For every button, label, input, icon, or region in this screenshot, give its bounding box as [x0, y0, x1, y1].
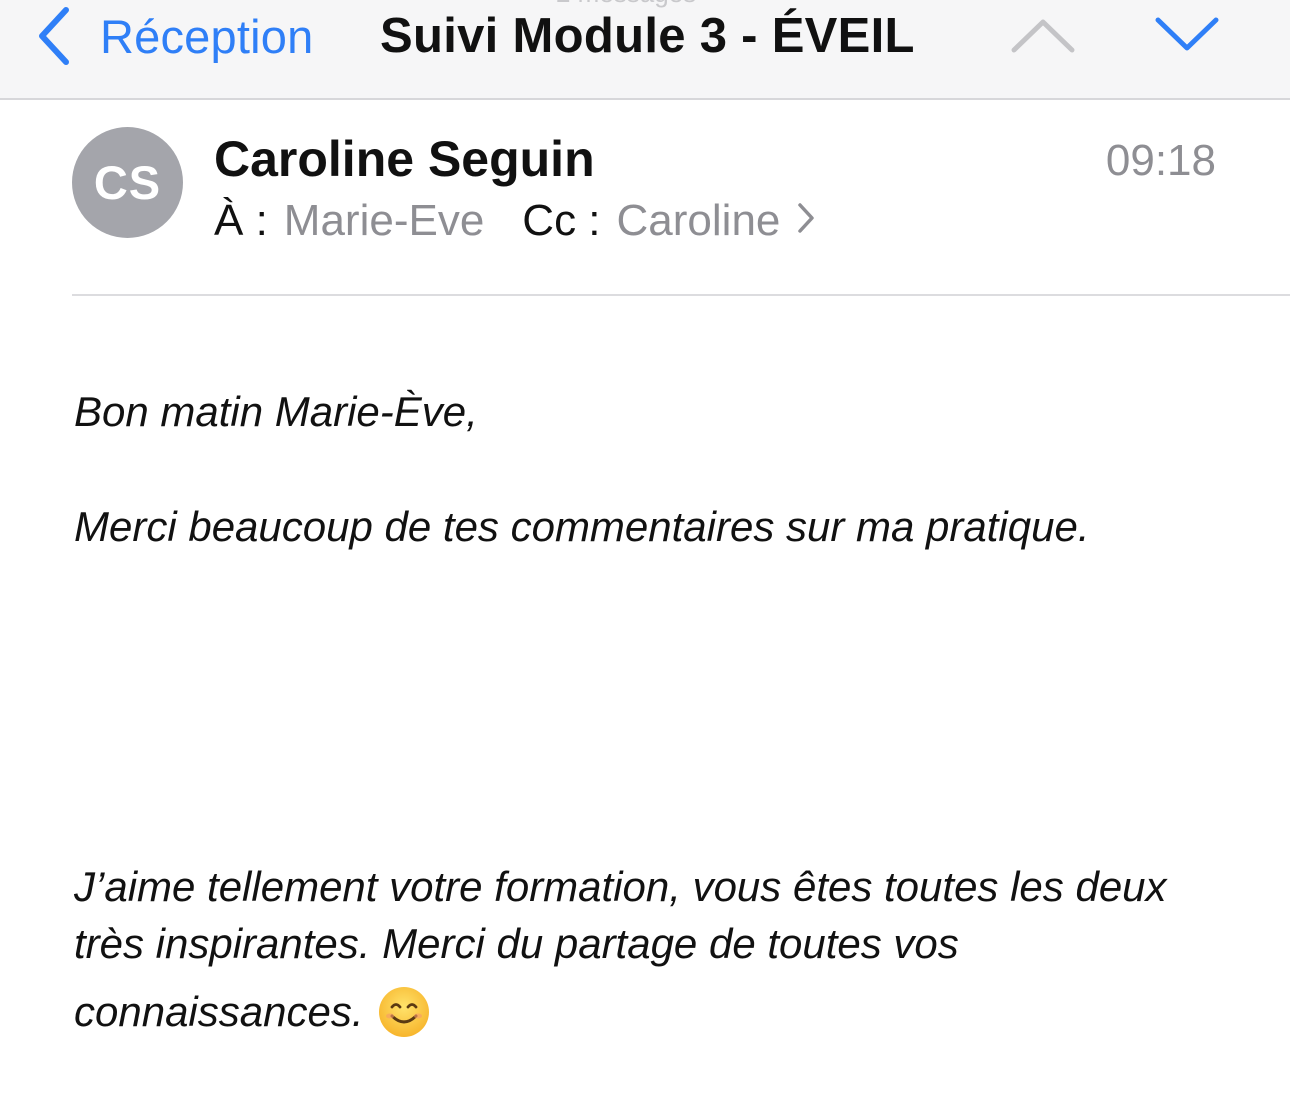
body-paragraph-line: connaissances.: [74, 988, 364, 1035]
body-thanks-line: Merci beaucoup de tes commentaires sur m…: [74, 503, 1090, 550]
cc-label: Cc :: [522, 196, 601, 245]
previous-message-button[interactable]: [1008, 12, 1078, 62]
sender-name[interactable]: Caroline Seguin: [214, 130, 595, 188]
chevron-right-icon[interactable]: [796, 196, 816, 246]
back-button-label: Réception: [100, 9, 314, 63]
back-to-inbox-button[interactable]: Réception: [36, 0, 313, 72]
navigation-bar: 2 messages Réception Suivi Module 3 - ÉV…: [0, 0, 1290, 100]
recipients-line[interactable]: À : Marie-Eve Cc : Caroline: [214, 196, 816, 246]
message-header: CS Caroline Seguin 09:18 À : Marie-Eve C…: [0, 100, 1290, 296]
chevron-up-icon: [1010, 16, 1076, 59]
next-message-button[interactable]: [1152, 12, 1222, 62]
chevron-left-icon: [36, 6, 70, 66]
avatar[interactable]: CS: [72, 127, 183, 238]
body-greeting: Bon matin Marie-Ève,: [74, 388, 478, 435]
to-label: À :: [214, 196, 268, 245]
smiling-face-icon: [378, 986, 430, 1038]
header-divider: [72, 294, 1290, 296]
body-paragraph-line: J’aime tellement votre formation, vous ê…: [74, 863, 1167, 910]
message-time: 09:18: [1105, 136, 1216, 185]
body-paragraph-line: très inspirantes. Merci du partage de to…: [74, 920, 959, 967]
email-subject-title: Suivi Module 3 - ÉVEIL: [380, 9, 915, 63]
chevron-down-icon: [1154, 16, 1220, 59]
to-recipient[interactable]: Marie-Eve: [284, 196, 485, 246]
cc-recipient[interactable]: Caroline: [617, 196, 781, 246]
cc-group[interactable]: Cc : Caroline: [522, 196, 816, 246]
body-paragraph-last-line: connaissances.: [74, 986, 430, 1038]
